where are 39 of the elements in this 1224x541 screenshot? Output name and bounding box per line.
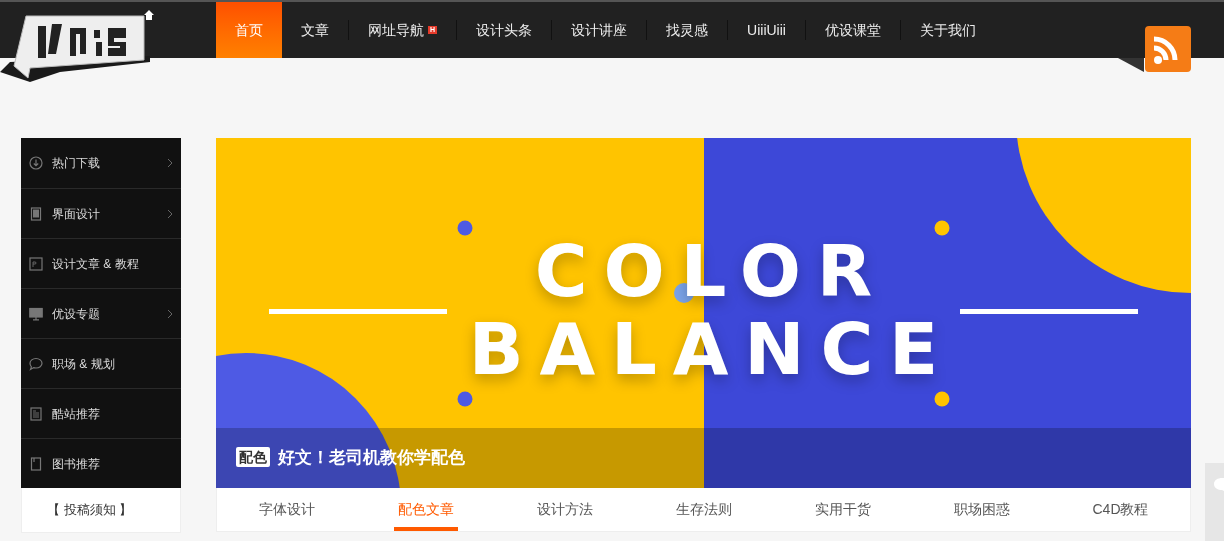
book-icon [29,456,43,471]
speech-bubble-icon [1214,477,1224,491]
tablet-icon [29,206,43,221]
category-tab[interactable]: C4D教程 [1088,488,1153,531]
sidebar-item[interactable]: 职场 & 规划 [21,338,181,388]
nav-label: 设计头条 [476,20,533,40]
category-tag[interactable]: 配色 [236,447,270,468]
nav-label: 优设课堂 [824,20,881,40]
nav-tab[interactable]: 设计头条 [457,2,552,58]
nav-tab[interactable]: 关于我们 [900,2,995,58]
rss-icon[interactable] [1118,26,1192,72]
ps-icon [29,256,43,271]
sidebar-item[interactable]: 界面设计 [21,188,181,238]
banner-headline: BALANCE [467,310,955,388]
nav-tab[interactable]: 文章 [282,2,348,58]
speech-bubble-icon [29,356,43,371]
sidebar-item[interactable]: 热门下载 [21,138,181,188]
nav-tab[interactable]: 优设课堂 [805,2,900,58]
nav-label: 设计讲座 [571,20,628,40]
nav-label: UiiiUiii [747,20,786,40]
category-tab[interactable]: 实用干货 [810,488,875,531]
nav-label: 关于我们 [919,20,976,40]
nav-label: 网址导航 [368,20,424,40]
document-icon [29,406,43,421]
sidebar-item[interactable]: 酷站推荐 [21,388,181,438]
nav-label: 首页 [235,20,263,40]
category-tab[interactable]: 职场困惑 [949,488,1014,531]
sidebar-item[interactable]: 设计文章 & 教程 [21,238,181,288]
nav-label: 文章 [301,20,329,40]
category-tab[interactable]: 生存法则 [671,488,736,531]
download-icon [29,156,43,170]
category-tab[interactable]: 设计方法 [532,488,597,531]
monitor-icon [29,306,43,321]
category-tab[interactable]: 字体设计 [254,488,319,531]
nav-tab[interactable]: 设计讲座 [552,2,647,58]
nav-label: 找灵感 [666,20,709,40]
nav-tab[interactable]: UiiiUiii [728,2,805,58]
sidebar-item[interactable]: 优设专题 [21,288,181,338]
nav-tab[interactable]: 找灵感 [647,2,728,58]
